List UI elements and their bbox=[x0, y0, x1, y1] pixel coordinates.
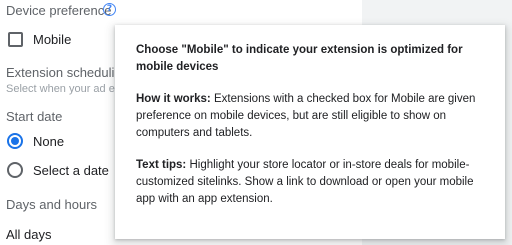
mobile-checkbox-label[interactable]: Mobile bbox=[33, 32, 71, 47]
mobile-checkbox[interactable] bbox=[8, 32, 23, 47]
start-date-label: Start date bbox=[6, 109, 63, 124]
extension-scheduling-label: Extension scheduling bbox=[6, 65, 129, 80]
tooltip-how-it-works: How it works: Extensions with a checked … bbox=[136, 91, 483, 142]
tooltip-text-tips: Text tips: Highlight your store locator … bbox=[136, 157, 483, 208]
how-it-works-label: How it works: bbox=[136, 93, 211, 105]
days-and-hours-value[interactable]: All days bbox=[6, 227, 52, 242]
start-date-select-radio[interactable] bbox=[7, 162, 23, 178]
extension-scheduling-hint: Select when your ad ext bbox=[6, 83, 124, 95]
start-date-none-radio[interactable] bbox=[7, 133, 23, 149]
tooltip-heading: Choose "Mobile" to indicate your extensi… bbox=[136, 44, 463, 73]
text-tips-label: Text tips: bbox=[136, 159, 187, 171]
text-tips-text: Highlight your store locator or in-store… bbox=[136, 159, 474, 205]
days-and-hours-label: Days and hours bbox=[6, 197, 98, 212]
start-date-select-label[interactable]: Select a date bbox=[33, 163, 109, 178]
help-circle-icon[interactable]: ? bbox=[103, 3, 116, 16]
device-preference-label: Device preference bbox=[6, 3, 112, 18]
start-date-none-label[interactable]: None bbox=[33, 134, 64, 149]
help-tooltip: Choose "Mobile" to indicate your extensi… bbox=[115, 25, 505, 239]
